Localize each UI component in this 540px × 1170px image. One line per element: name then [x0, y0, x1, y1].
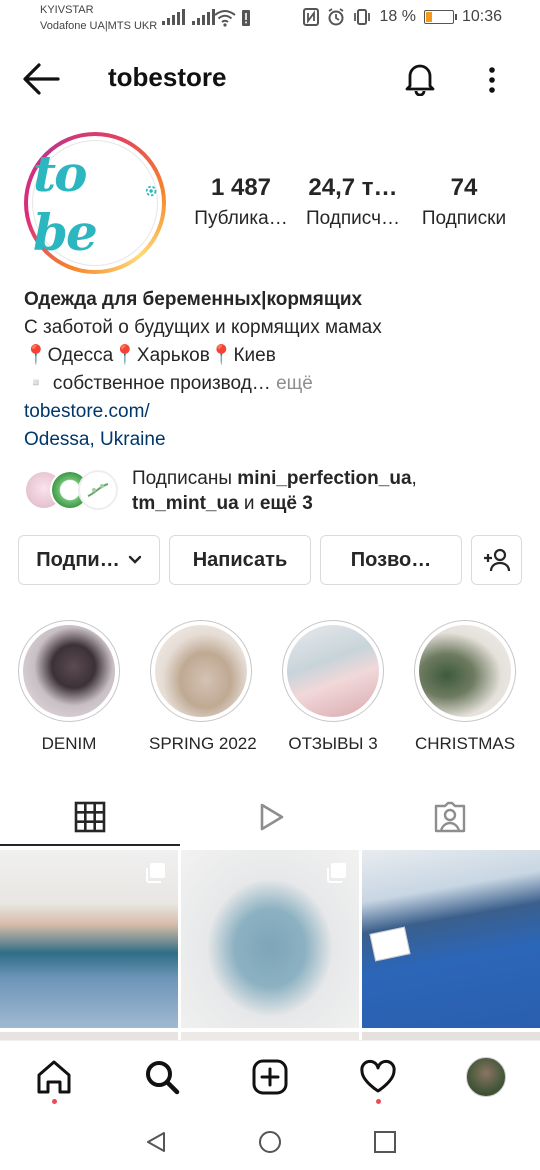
system-navigation-bar: [0, 1112, 540, 1170]
location-link[interactable]: Odessa, Ukraine: [24, 426, 524, 454]
story-highlight-reviews[interactable]: ОТЗЫВЫ 3: [281, 620, 385, 754]
follower-avatar-3-mark: [87, 483, 109, 497]
multiple-photos-icon: [146, 863, 165, 883]
followed-by-text: Подписаны mini_perfection_ua, tm_mint_ua…: [132, 466, 417, 516]
signal-icon-2: [192, 9, 215, 25]
carrier-name-2: Vodafone UA|MTS UKR: [40, 20, 158, 32]
back-triangle-icon[interactable]: [144, 1130, 168, 1154]
arrow-left-icon[interactable]: [22, 62, 60, 96]
signal-icon: [162, 9, 185, 25]
highlight-reviews-label: ОТЗЫВЫ 3: [288, 734, 378, 753]
stat-following[interactable]: 74 Подписки: [405, 174, 523, 230]
message-button-label: Написать: [192, 548, 288, 571]
brand-logo: to be: [33, 144, 98, 262]
post-thumbnail-3[interactable]: [362, 850, 540, 1028]
grid-icon: [74, 801, 106, 833]
bio-line-2: 📍Одесса📍Харьков📍Киев: [24, 345, 276, 366]
search-icon[interactable]: [142, 1057, 182, 1097]
stat-posts-value: 1 487: [210, 174, 272, 201]
following-button[interactable]: Подпи…: [18, 535, 160, 585]
follower-avatar-3: [78, 470, 118, 510]
followed-by-others[interactable]: ещё 3: [260, 493, 313, 514]
multiple-photos-icon-2: [327, 863, 346, 883]
message-button[interactable]: Написать: [169, 535, 311, 585]
call-button-label: Позво…: [350, 548, 432, 571]
highlight-denim-label: DENIM: [41, 734, 97, 753]
post-grid: [0, 850, 540, 1042]
highlight-spring-cover: [155, 625, 247, 717]
story-highlight-denim[interactable]: DENIM: [17, 620, 121, 754]
profile-bio: Одежда для беременных|кормящих С заботой…: [24, 286, 524, 454]
profile-tabs: [0, 786, 540, 848]
add-person-icon: [483, 548, 510, 572]
following-button-label: Подпи…: [36, 548, 120, 571]
followed-by-comma: ,: [411, 468, 417, 489]
profile-avatar[interactable]: to be: [24, 132, 166, 274]
highlight-spring-label: SPRING 2022: [149, 734, 257, 753]
post-thumbnail-1[interactable]: [0, 850, 178, 1028]
alarm-icon: [328, 8, 344, 26]
website-link[interactable]: tobestore.com/: [24, 398, 524, 426]
stat-following-value: 74: [450, 174, 478, 201]
home-icon[interactable]: [34, 1057, 74, 1097]
bio-more-link[interactable]: ещё: [271, 373, 313, 394]
story-highlight-christmas[interactable]: CHRISTMAS: [413, 620, 517, 754]
bio-line-3-text: ▫️ собственное производ…: [24, 373, 271, 394]
post-thumbnail-2[interactable]: [181, 850, 359, 1028]
highlight-christmas-label: CHRISTMAS: [414, 734, 516, 753]
stat-followers[interactable]: 24,7 т… Подписч…: [294, 174, 412, 230]
tagged-person-icon: [434, 801, 466, 833]
chevron-down-icon: [128, 555, 141, 564]
stat-posts[interactable]: 1 487 Публика…: [182, 174, 300, 230]
add-person-button[interactable]: [471, 535, 522, 585]
tab-reels[interactable]: [180, 786, 360, 848]
clock: 10:36: [461, 8, 502, 25]
battery-percent: 18 %: [379, 8, 416, 25]
followed-by-user-1[interactable]: mini_perfection_ua: [237, 468, 411, 489]
product-label-tag: [369, 926, 411, 962]
bell-icon[interactable]: [402, 60, 438, 96]
bio-line-1: С заботой о будущих и кормящих мамах: [24, 317, 382, 338]
add-post-icon[interactable]: [250, 1057, 290, 1097]
nfc-icon: [303, 8, 320, 26]
status-bar: KYIVSTAR Vodafone UA|MTS UKR 18 % 10:36: [0, 0, 540, 40]
highlight-christmas-cover: [419, 625, 511, 717]
profile-avatar-icon[interactable]: [466, 1057, 506, 1097]
followed-by-user-2[interactable]: tm_mint_ua: [132, 493, 239, 514]
stat-following-label: Подписки: [421, 208, 507, 229]
home-circle-icon[interactable]: [258, 1130, 282, 1154]
recent-apps-icon[interactable]: [373, 1130, 397, 1154]
tab-grid[interactable]: [0, 786, 180, 848]
home-notification-dot: [52, 1099, 57, 1104]
followed-by-prefix: Подписаны: [132, 468, 238, 489]
call-button[interactable]: Позво…: [320, 535, 462, 585]
story-highlight-spring[interactable]: SPRING 2022: [149, 620, 257, 754]
sim-alert-icon: [242, 10, 250, 26]
battery-icon: [423, 10, 457, 24]
stat-followers-label: Подписч…: [306, 208, 400, 229]
followed-by[interactable]: Подписаны mini_perfection_ua, tm_mint_ua…: [24, 466, 524, 516]
activity-notification-dot: [376, 1099, 381, 1104]
profile-username: tobestore: [108, 62, 227, 92]
highlight-denim-cover: [23, 625, 115, 717]
profile-name: Одежда для беременных|кормящих: [24, 289, 363, 310]
followed-by-and: и: [238, 493, 260, 514]
profile-header: tobestore: [0, 50, 540, 108]
stat-followers-value: 24,7 т…: [308, 174, 398, 201]
wifi-icon: [214, 10, 236, 27]
heart-icon[interactable]: [358, 1057, 398, 1097]
profile-stats: 1 487 Публика… 24,7 т… Подписч… 74 Подпи…: [180, 174, 530, 244]
bottom-navigation: [0, 1040, 540, 1112]
vibrate-icon: [354, 9, 371, 25]
more-vertical-icon[interactable]: [476, 64, 508, 96]
reels-play-icon: [260, 803, 284, 831]
bio-line-3: ▫️ собственное производ… ещё: [24, 370, 524, 398]
carrier-name-1: KYIVSTAR: [40, 4, 94, 16]
tab-tagged[interactable]: [360, 786, 540, 848]
flower-icon: [145, 185, 157, 197]
active-tab-indicator: [0, 844, 180, 846]
stat-posts-label: Публика…: [194, 208, 288, 229]
highlight-reviews-cover: [287, 625, 379, 717]
